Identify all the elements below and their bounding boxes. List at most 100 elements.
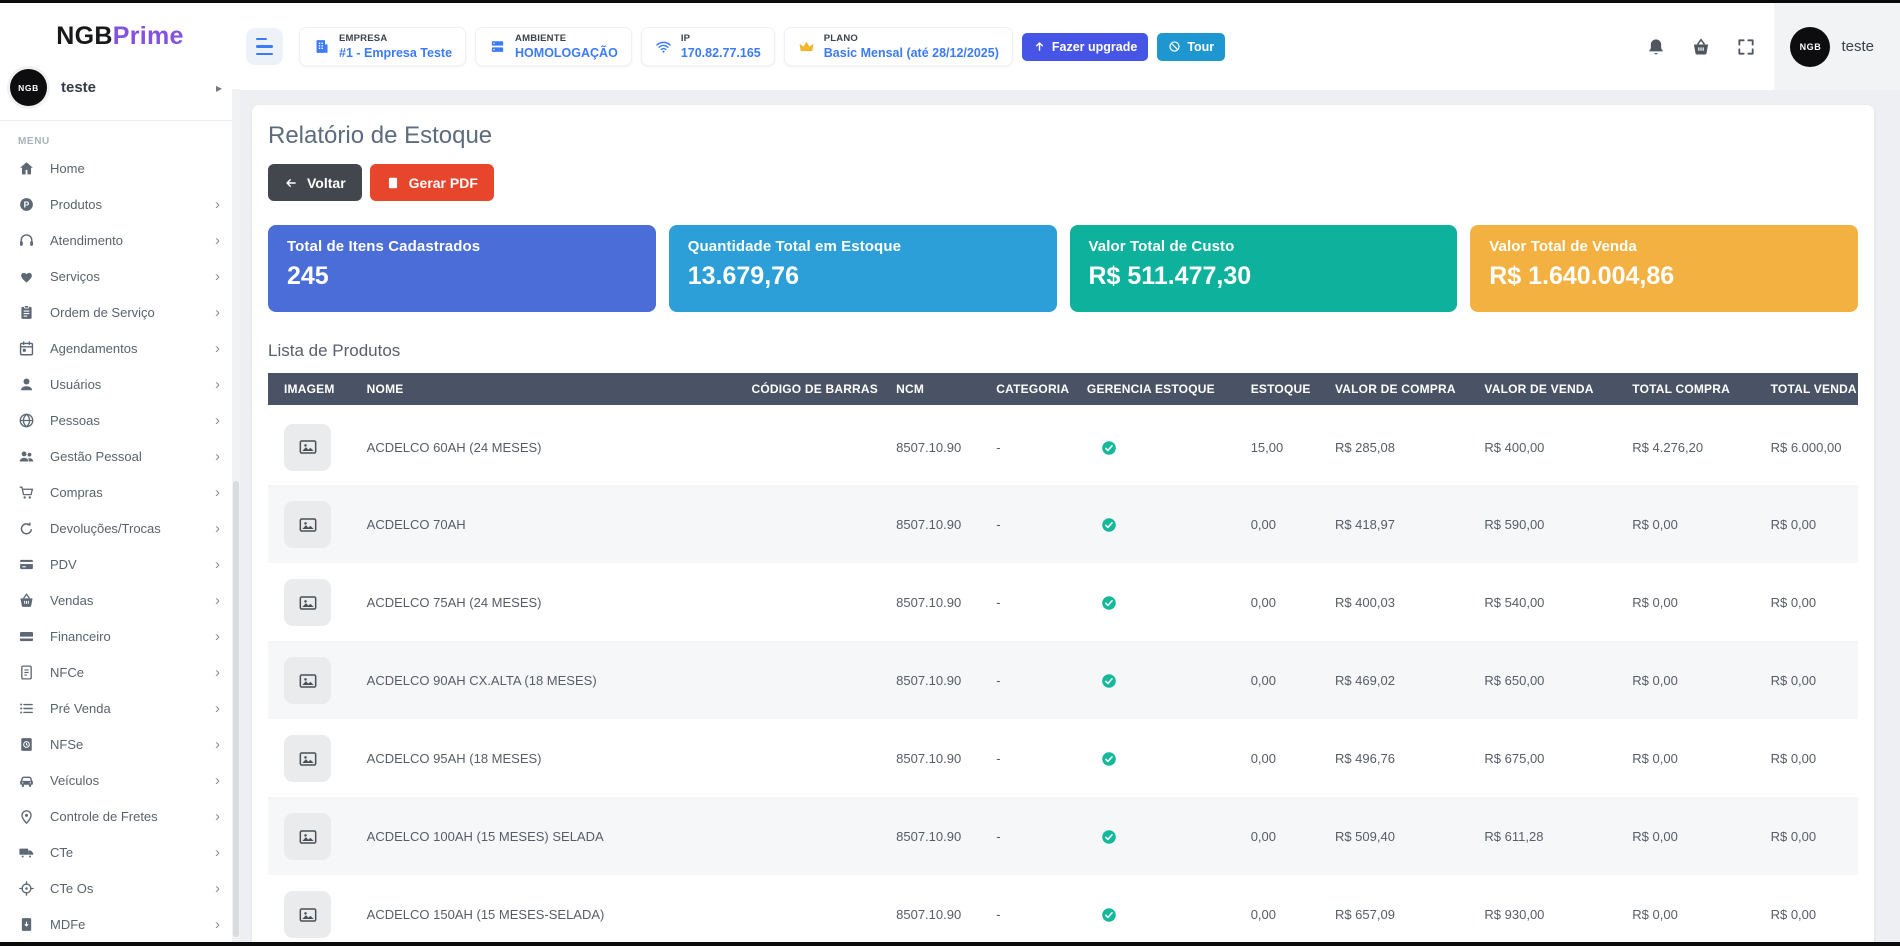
product-barcode	[735, 408, 880, 486]
sidebar-user-name: teste	[61, 79, 96, 96]
back-button[interactable]: Voltar	[268, 164, 362, 201]
product-name: ACDELCO 60AH (24 MESES)	[351, 408, 736, 486]
upgrade-button[interactable]: Fazer upgrade	[1022, 33, 1148, 61]
product-image-placeholder	[284, 579, 331, 626]
product-name: ACDELCO 75AH (24 MESES)	[351, 564, 736, 642]
heart-icon	[18, 268, 35, 285]
sidebar-item[interactable]: Vendas ›	[0, 582, 240, 618]
product-image-placeholder	[284, 424, 331, 471]
chevron-right-icon: ›	[215, 521, 220, 536]
summary-card: Total de Itens Cadastrados 245	[268, 225, 656, 312]
chevron-right-icon: ›	[215, 305, 220, 320]
target-icon	[18, 880, 35, 897]
header-info-chip[interactable]: EMPRESA #1 - Empresa Teste	[299, 27, 466, 66]
column-header: NCM	[880, 373, 980, 408]
sidebar: NGBPrime NGB teste ▸ MENU Home › P Produ…	[0, 3, 240, 942]
product-total-purchase: R$ 0,00	[1616, 720, 1754, 798]
product-barcode	[735, 642, 880, 720]
sidebar-scrollbar[interactable]	[232, 89, 240, 942]
summary-card-value: R$ 511.477,30	[1089, 262, 1439, 291]
sidebar-toggle-button[interactable]	[246, 28, 283, 65]
header-info-chip[interactable]: PLANO Basic Mensal (até 28/12/2025)	[784, 27, 1013, 66]
sidebar-item[interactable]: Veículos ›	[0, 762, 240, 798]
column-header: ESTOQUE	[1235, 373, 1319, 408]
sidebar-item[interactable]: MDFe ›	[0, 906, 240, 942]
sidebar-item[interactable]: Compras ›	[0, 474, 240, 510]
table-row[interactable]: ACDELCO 75AH (24 MESES) 8507.10.90 - 0,0…	[268, 564, 1858, 642]
table-row[interactable]: ACDELCO 60AH (24 MESES) 8507.10.90 - 15,…	[268, 408, 1858, 486]
list-icon	[18, 700, 35, 717]
notifications-bell-icon[interactable]	[1646, 37, 1666, 57]
table-row[interactable]: ACDELCO 70AH 8507.10.90 - 0,00 R$ 418,97…	[268, 486, 1858, 564]
chevron-right-icon: ›	[215, 413, 220, 428]
chip-label: EMPRESA	[339, 33, 452, 44]
sidebar-item[interactable]: Financeiro ›	[0, 618, 240, 654]
product-purchase-value: R$ 418,97	[1319, 486, 1468, 564]
clipboard-icon	[18, 304, 35, 321]
sidebar-item[interactable]: Controle de Fretes ›	[0, 798, 240, 834]
product-name: ACDELCO 90AH CX.ALTA (18 MESES)	[351, 642, 736, 720]
stock-managed-check-icon	[1101, 517, 1117, 533]
chevron-right-icon: ›	[215, 269, 220, 284]
sidebar-item-label: Agendamentos	[50, 341, 137, 356]
sidebar-item[interactable]: Pré Venda ›	[0, 690, 240, 726]
chip-label: IP	[681, 33, 761, 44]
product-total-sale: R$ 0,00	[1755, 798, 1858, 876]
sidebar-item[interactable]: NFSe ›	[0, 726, 240, 762]
product-total-purchase: R$ 0,00	[1616, 564, 1754, 642]
sidebar-item-label: Home	[50, 161, 85, 176]
table-row[interactable]: ACDELCO 90AH CX.ALTA (18 MESES) 8507.10.…	[268, 642, 1858, 720]
product-ncm: 8507.10.90	[880, 486, 980, 564]
sidebar-item[interactable]: Ordem de Serviço ›	[0, 294, 240, 330]
chevron-right-icon: ›	[215, 449, 220, 464]
fullscreen-icon[interactable]	[1736, 37, 1756, 57]
basket-icon[interactable]	[1691, 37, 1711, 57]
chevron-right-icon: ›	[215, 665, 220, 680]
sidebar-scrollbar-thumb[interactable]	[233, 481, 239, 937]
product-barcode	[735, 564, 880, 642]
sidebar-item[interactable]: Devoluções/Trocas ›	[0, 510, 240, 546]
tour-button[interactable]: Tour	[1157, 33, 1225, 61]
product-barcode	[735, 876, 880, 943]
product-category: -	[980, 564, 1071, 642]
page-title: Relatório de Estoque	[268, 121, 1858, 151]
sidebar-item[interactable]: P Produtos ›	[0, 186, 240, 222]
sidebar-item[interactable]: Atendimento ›	[0, 222, 240, 258]
sidebar-item-label: Pré Venda	[50, 701, 111, 716]
sidebar-item[interactable]: Home ›	[0, 150, 240, 186]
sidebar-item[interactable]: PDV ›	[0, 546, 240, 582]
basket-icon	[18, 592, 35, 609]
app-logo[interactable]: NGBPrime	[0, 3, 240, 61]
header-info-chip[interactable]: AMBIENTE HOMOLOGAÇÃO	[475, 27, 632, 66]
generate-pdf-button[interactable]: Gerar PDF	[370, 164, 494, 201]
sidebar-item[interactable]: Usuários ›	[0, 366, 240, 402]
product-stock: 0,00	[1235, 642, 1319, 720]
sidebar-item[interactable]: Agendamentos ›	[0, 330, 240, 366]
table-row[interactable]: ACDELCO 150AH (15 MESES-SELADA) 8507.10.…	[268, 876, 1858, 943]
product-total-purchase: R$ 0,00	[1616, 642, 1754, 720]
table-row[interactable]: ACDELCO 95AH (18 MESES) 8507.10.90 - 0,0…	[268, 720, 1858, 798]
sidebar-item[interactable]: Pessoas ›	[0, 402, 240, 438]
sidebar-item[interactable]: CTe Os ›	[0, 870, 240, 906]
table-row[interactable]: ACDELCO 100AH (15 MESES) SELADA 8507.10.…	[268, 798, 1858, 876]
header-info-chip[interactable]: IP 170.82.77.165	[641, 27, 775, 66]
sidebar-item[interactable]: CTe ›	[0, 834, 240, 870]
sidebar-user-switcher[interactable]: NGB teste ▸	[0, 61, 240, 121]
product-stock: 0,00	[1235, 876, 1319, 943]
summary-card: Valor Total de Venda R$ 1.640.004,86	[1470, 225, 1858, 312]
sidebar-item[interactable]: Gestão Pessoal ›	[0, 438, 240, 474]
sidebar-item-label: PDV	[50, 557, 77, 572]
column-header: GERENCIA ESTOQUE	[1071, 373, 1235, 408]
cart-icon	[18, 484, 35, 501]
topbar-user-menu[interactable]: NGB teste	[1774, 3, 1900, 90]
chevron-right-icon: ›	[215, 557, 220, 572]
sidebar-item[interactable]: Serviços ›	[0, 258, 240, 294]
menu-section-label: MENU	[0, 121, 240, 150]
chip-value: 170.82.77.165	[681, 46, 761, 60]
product-total-purchase: R$ 4.276,20	[1616, 408, 1754, 486]
column-header: NOME	[351, 373, 736, 408]
topbar-user-name: teste	[1841, 38, 1874, 55]
summary-card: Valor Total de Custo R$ 511.477,30	[1070, 225, 1458, 312]
sidebar-item[interactable]: NFCe ›	[0, 654, 240, 690]
users-icon	[18, 448, 35, 465]
